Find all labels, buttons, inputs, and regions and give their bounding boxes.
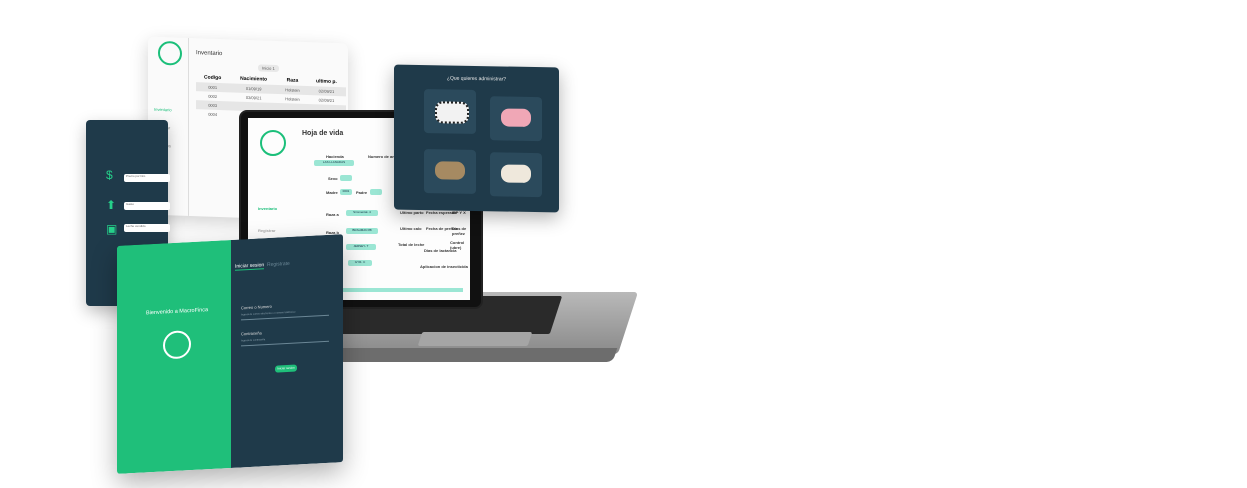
- price-field[interactable]: Precio por litro: [124, 174, 170, 182]
- cow-icon: [435, 101, 469, 124]
- label-madre: Madre: [326, 190, 338, 195]
- macrofinca-logo-icon: [260, 130, 286, 156]
- sheep-icon: [501, 164, 531, 183]
- tile-pig[interactable]: [490, 96, 542, 142]
- inventory-controls[interactable]: Inicio 1: [258, 64, 279, 73]
- label-dias-prenez: Dias de preñez: [452, 226, 467, 236]
- raza-c-field[interactable]: JERSEY- T: [346, 244, 376, 250]
- money-out-icon: ⬆: [106, 198, 117, 212]
- label-aplicacion: Aplicacion de insecticida: [420, 264, 468, 269]
- sexo-field[interactable]: [340, 175, 352, 181]
- label-hacienda: Hacienda: [326, 154, 344, 159]
- label-control: Control (ubre): [450, 240, 465, 250]
- page-title: Hoja de vida: [302, 130, 344, 137]
- password-label: Contraseña: [241, 330, 262, 337]
- cash-icon: ▣: [106, 222, 118, 236]
- dollar-icon: $: [106, 168, 113, 182]
- laptop-trackpad: [417, 332, 533, 346]
- chooser-question: ¿Que quieres administrar?: [446, 75, 507, 83]
- macrofinca-logo-icon: [158, 40, 182, 66]
- label-total-leche: Total de leche: [398, 242, 425, 247]
- nav-inventory[interactable]: Inventario: [258, 206, 277, 211]
- tile-sheep[interactable]: [490, 152, 542, 198]
- label-sexo: Sexo: [328, 176, 338, 181]
- nav-register[interactable]: Registrar: [258, 228, 276, 233]
- tab-register[interactable]: Registrate: [267, 261, 290, 268]
- progress-bar: [343, 288, 463, 292]
- expense-field[interactable]: Gasto: [124, 202, 170, 210]
- raza-a-field[interactable]: Simmental- 4: [346, 210, 378, 216]
- cell: 0004: [208, 111, 218, 117]
- nav-inventory[interactable]: Inventario: [154, 107, 172, 113]
- login-window: Bienvenido a MacroFinca Iniciar sesion R…: [117, 234, 343, 474]
- raza-d-field[interactable]: GYR- C: [348, 260, 372, 266]
- inventory-title: Inventario: [196, 50, 223, 58]
- tile-cattle[interactable]: [424, 149, 476, 194]
- tile-cow[interactable]: [424, 89, 476, 134]
- hacienda-select[interactable]: LAS LLANADAS: [314, 160, 354, 166]
- pig-icon: [501, 108, 531, 127]
- label-padre: Padre: [356, 190, 368, 195]
- label-ultimo-parto: Ultimo parto: [400, 210, 424, 215]
- madre-field[interactable]: 0001: [340, 189, 352, 195]
- cattle-icon: [435, 161, 465, 180]
- milk-sold-field[interactable]: Leche vendido: [124, 224, 170, 232]
- login-button[interactable]: Iniciar sesion: [275, 364, 297, 373]
- animal-chooser-window: ¿Que quieres administrar?: [394, 64, 559, 213]
- laptop-front-edge: [337, 348, 618, 362]
- label-ultimo-calo: Ultimo calo: [400, 226, 422, 231]
- padre-field[interactable]: [370, 189, 382, 195]
- label-raza-a: Raza a: [326, 212, 339, 217]
- raza-b-field[interactable]: BRAHMAN 88: [346, 228, 378, 234]
